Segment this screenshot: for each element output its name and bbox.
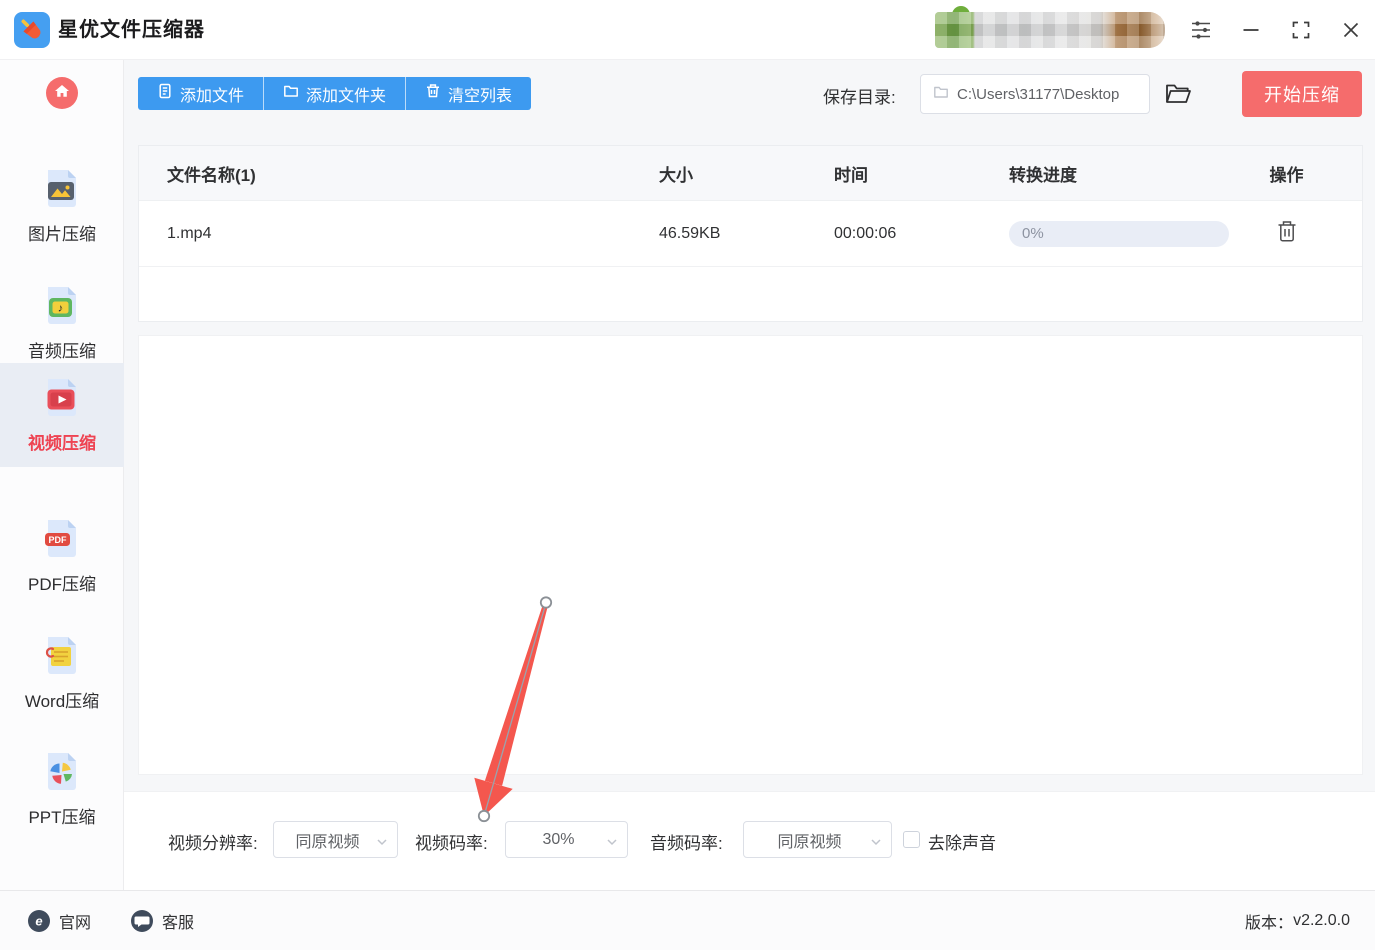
save-directory-input[interactable]: C:\Users\31177\Desktop [920,74,1150,114]
file-table-header: 文件名称(1) 大小 时间 转换进度 操作 [139,146,1362,201]
trash-icon [425,83,441,104]
add-folder-button[interactable]: 添加文件夹 [263,77,406,110]
file-name: 1.mp4 [167,224,212,242]
file-size: 46.59KB [659,224,721,242]
col-size: 大小 [659,165,693,185]
col-filename: 文件名称(1) [167,165,256,185]
word-file-icon [40,633,84,682]
folder-small-icon [933,84,949,105]
sidebar-item-label: 视频压缩 [28,434,96,453]
home-icon [53,82,71,105]
clear-list-button[interactable]: 清空列表 [405,77,532,110]
pdf-file-icon: PDF [40,516,84,565]
file-drop-area[interactable] [138,335,1363,775]
app-window: 星优文件压缩器 图片压缩 ♪ 音频压缩 视频压缩 PDF PDF压缩 Word压… [0,0,1375,950]
chat-icon [131,909,154,932]
sidebar-item-label: 图片压缩 [28,225,96,244]
sidebar-item-label: Word压缩 [24,692,100,711]
table-row: 1.mp4 46.59KB 00:00:06 0% [139,201,1362,267]
browse-folder-button[interactable] [1164,81,1192,107]
settings-sliders-icon[interactable] [1189,18,1213,42]
minimize-icon[interactable] [1239,18,1263,42]
sidebar-item-image-compress[interactable]: 图片压缩 [0,154,124,258]
save-directory-label: 保存目录: [823,88,896,107]
titlebar: 星优文件压缩器 [0,0,1375,60]
app-logo-icon [14,12,50,48]
delete-row-button[interactable] [1276,219,1298,246]
resolution-select[interactable]: 同原视频 [273,821,398,858]
sidebar-item-ppt-compress[interactable]: PPT压缩 [0,737,124,841]
svg-text:e: e [35,913,42,928]
maximize-icon[interactable] [1289,18,1313,42]
svg-text:PDF: PDF [49,535,68,545]
audio-bitrate-select[interactable]: 同原视频 [743,821,892,858]
customer-service-link[interactable]: 客服 [131,909,194,933]
resolution-label: 视频分辨率: [168,834,258,853]
official-site-link[interactable]: e 官网 [28,909,91,933]
add-file-button[interactable]: 添加文件 [138,77,264,110]
main-content: 添加文件 添加文件夹 清空列表 保存目录: C:\Users\31177\Des… [124,60,1375,890]
chevron-down-icon [376,835,388,853]
footer: e 官网 客服 版本： v2.2.0.0 [0,890,1375,950]
svg-text:♪: ♪ [58,303,64,315]
chevron-down-icon [606,835,618,853]
home-button[interactable] [46,77,78,109]
close-icon[interactable] [1339,18,1363,42]
col-operation: 操作 [1269,165,1304,185]
sidebar: 图片压缩 ♪ 音频压缩 视频压缩 PDF PDF压缩 Word压缩 PPT压缩 [0,60,124,890]
empty-table-row [139,267,1362,321]
sidebar-item-label: PPT压缩 [28,808,96,827]
app-title: 星优文件压缩器 [58,19,205,41]
audio-bitrate-label: 音频码率: [650,834,723,853]
folder-icon [283,83,299,104]
col-time: 时间 [834,165,868,185]
bitrate-label: 视频码率: [415,834,488,853]
audio-file-icon: ♪ [40,283,84,332]
compress-settings-bar: 视频分辨率: 同原视频 视频码率: 30% 音频码率: 同原视频 去除声音 [124,791,1375,890]
sidebar-item-video-compress[interactable]: 视频压缩 [0,363,124,467]
start-compress-button[interactable]: 开始压缩 [1242,71,1362,117]
sidebar-item-label: 音频压缩 [28,342,96,361]
remove-audio-checkbox[interactable] [903,831,920,848]
image-file-icon [40,166,84,215]
file-action-buttons: 添加文件 添加文件夹 清空列表 [138,77,532,110]
chevron-down-icon [870,835,882,853]
sidebar-item-label: PDF压缩 [28,575,96,594]
sidebar-item-pdf-compress[interactable]: PDF PDF压缩 [0,504,124,608]
file-icon [157,83,173,104]
progress-bar: 0% [1009,220,1229,247]
file-time: 00:00:06 [834,224,897,242]
user-account-redacted[interactable] [935,12,1165,48]
sidebar-item-word-compress[interactable]: Word压缩 [0,621,124,725]
browser-icon: e [28,909,50,932]
window-controls [1189,0,1375,60]
sidebar-item-audio-compress[interactable]: ♪ 音频压缩 [0,271,124,375]
file-table: 文件名称(1) 大小 时间 转换进度 操作 1.mp4 46.59KB 00:0… [138,145,1363,322]
bitrate-select[interactable]: 30% [505,821,628,858]
col-progress: 转换进度 [1009,165,1077,185]
video-file-icon [40,375,84,424]
remove-audio-label[interactable]: 去除声音 [928,829,996,854]
version-info: 版本： v2.2.0.0 [1245,912,1350,932]
ppt-file-icon [40,749,84,798]
progress-percent: 0% [1022,225,1044,242]
